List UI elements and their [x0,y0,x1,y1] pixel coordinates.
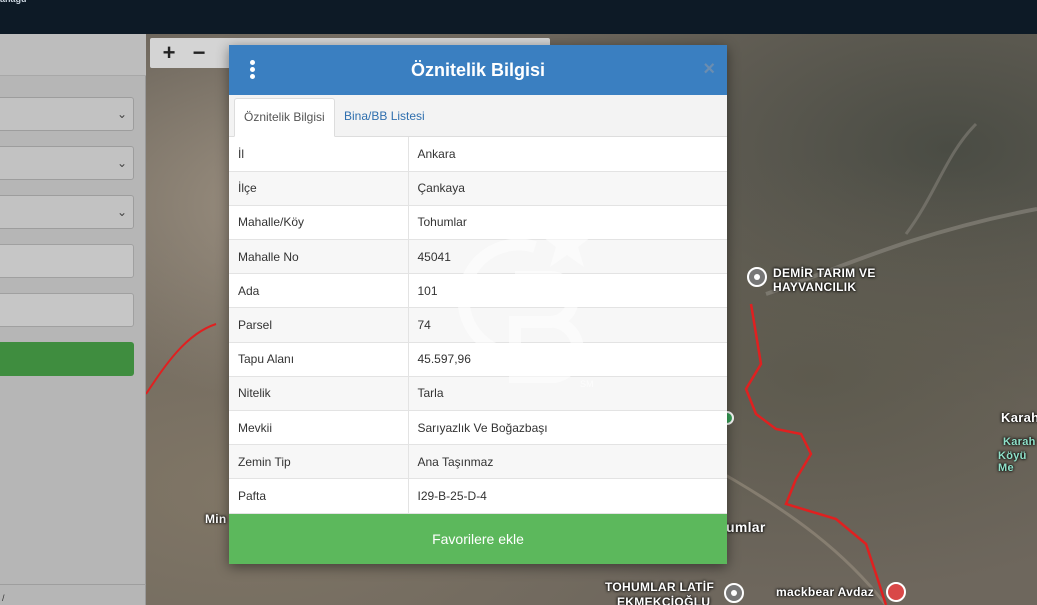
road-line [904,122,978,235]
top-navbar: anagu [0,0,1037,34]
footer-text: / [2,593,5,603]
attribute-key: Zemin Tip [229,444,409,480]
attribute-value: Ankara [408,137,727,172]
attribute-value: 45.597,96 [408,342,727,377]
attribute-key: Mahalle No [229,239,409,275]
table-row: Mahalle/Köy Tohumlar [229,205,727,241]
map-label-demir-2: HAYVANCILIK [773,280,857,294]
restaurant-marker-icon[interactable] [886,582,906,602]
table-row: Tapu Alanı 45.597,96 [229,342,727,377]
dialog-title: Öznitelik Bilgisi [410,60,546,80]
attribute-key: İlçe [229,171,409,206]
dialog-header: Öznitelik Bilgisi × [229,45,727,95]
sidebar-header [0,34,146,76]
map-label-demir: DEMİR TARIM VE [773,266,876,280]
map-label-koyu: Köyü Me [998,450,1027,474]
map-label-tohumlar-latif: TOHUMLAR LATİF [605,580,715,594]
attribute-info-dialog: Öznitelik Bilgisi × Öznitelik Bilgisi Bi… [229,45,727,564]
attribute-value: 45041 [408,239,727,275]
attribute-key: Mahalle/Köy [229,205,409,241]
attribute-key: Ada [229,273,409,309]
district-select[interactable]: ⌄ [0,146,134,180]
attribute-key: Nitelik [229,376,409,412]
sidebar-footer: / [0,584,146,605]
province-select[interactable]: ⌄ [0,97,134,131]
table-row: Ada 101 [229,273,727,309]
zoom-out-button[interactable]: − [186,40,212,66]
map-label-ekmekcioglu: EKMEKÇİOĞLU [617,595,711,605]
zoom-in-button[interactable]: + [156,40,182,66]
attribute-value: I29-B-25-D-4 [408,478,727,514]
tab-attribute-info[interactable]: Öznitelik Bilgisi [234,98,335,137]
map-marker-icon[interactable] [724,583,744,603]
table-row: Mahalle No 45041 [229,239,727,275]
table-row: İl Ankara [229,137,727,172]
attribute-value: Tohumlar [408,205,727,241]
tab-building-list[interactable]: Bina/BB Listesi [335,98,434,137]
map-marker-icon[interactable] [747,267,767,287]
attribute-value: Tarla [408,376,727,412]
table-row: Mevkii Sarıyazlık Ve Boğazbaşı [229,410,727,446]
attribute-value: 74 [408,307,727,343]
close-icon[interactable]: × [703,57,715,81]
map-label-mackbear: mackbear Avdaz [776,585,875,599]
attribute-value: Çankaya [408,171,727,206]
table-row: Zemin Tip Ana Taşınmaz [229,444,727,480]
table-row: Nitelik Tarla [229,376,727,412]
parcel-boundary-west [146,323,217,395]
attribute-key: Parsel [229,307,409,343]
attribute-value: Ana Taşınmaz [408,444,727,480]
table-row: İlçe Çankaya [229,171,727,206]
table-row: Parsel 74 [229,307,727,343]
attribute-key: Mevkii [229,410,409,446]
left-sidebar: ⌄ ⌄ ⌄ / [0,34,146,605]
attribute-key: Pafta [229,478,409,514]
map-label-karah: Karah [1001,410,1037,425]
neighborhood-select[interactable]: ⌄ [0,195,134,229]
attribute-value: Sarıyazlık Ve Boğazbaşı [408,410,727,446]
parcel-input[interactable] [0,293,134,327]
map-label-min: Min [205,512,227,526]
chevron-down-icon: ⌄ [116,205,127,219]
add-to-favorites-button[interactable]: Favorilere ekle [229,514,727,564]
chevron-down-icon: ⌄ [116,156,127,170]
chevron-down-icon: ⌄ [116,107,127,121]
attribute-table: İl Ankara İlçe Çankaya Mahalle/Köy Tohumlar Ma… [229,137,727,514]
attribute-key: İl [229,137,409,172]
query-button[interactable] [0,342,134,376]
attribute-value: 101 [408,273,727,309]
map-label-umlar: umlar [726,519,766,535]
parcel-boundary-east [744,303,888,605]
block-input[interactable] [0,244,134,278]
table-row: Pafta I29-B-25-D-4 [229,478,727,514]
brand-text: anagu [0,0,27,4]
map-label-karah-2: Karah [1003,436,1036,448]
dialog-tabs: Öznitelik Bilgisi Bina/BB Listesi [229,95,727,137]
attribute-key: Tapu Alanı [229,342,409,377]
